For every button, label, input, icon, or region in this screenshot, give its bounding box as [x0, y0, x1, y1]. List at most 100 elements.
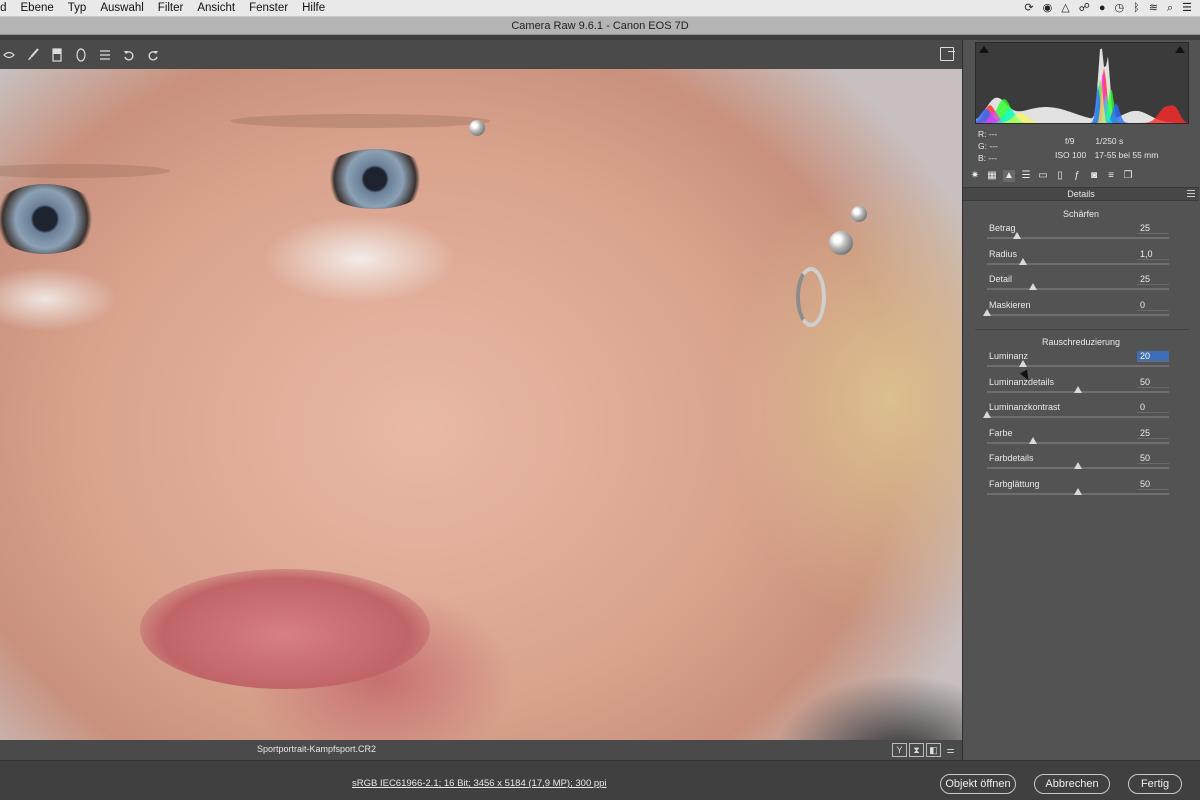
panel-menu-icon[interactable] — [1187, 190, 1195, 197]
slider-farbe: Farbe 25 — [985, 428, 1169, 452]
filename-label: Sportportrait-Kampfsport.CR2 — [257, 744, 377, 754]
slider-detail: Detail 25 — [985, 274, 1169, 298]
slider-value-field[interactable]: 50 — [1137, 453, 1169, 464]
shutter-value: 1/250 s — [1095, 136, 1124, 146]
basic-icon[interactable]: ✷ — [969, 170, 981, 182]
effects-icon[interactable]: ƒ — [1071, 170, 1083, 182]
eye-right — [320, 149, 430, 209]
slider-track[interactable] — [987, 416, 1169, 418]
presets-icon[interactable]: ≡ — [1105, 170, 1117, 182]
snapshots-icon[interactable]: ❐ — [1122, 170, 1134, 182]
eyebrow-right — [230, 114, 490, 128]
menu-bild[interactable]: ild — [0, 0, 14, 17]
image-preview[interactable] — [0, 69, 962, 740]
slider-thumb[interactable] — [1074, 462, 1082, 469]
copy-settings-button[interactable]: ◧ — [926, 743, 941, 757]
rotate-left-icon[interactable] — [122, 47, 136, 63]
search-icon[interactable]: ⌕ — [1167, 0, 1173, 17]
r-value: --- — [988, 129, 998, 139]
wifi-icon[interactable]: ≋ — [1149, 0, 1158, 17]
slider-track[interactable] — [987, 365, 1169, 367]
slider-thumb[interactable] — [1074, 487, 1082, 495]
slider-thumb[interactable] — [1013, 232, 1022, 239]
slider-label: Farbe — [989, 427, 1013, 438]
slider-value-field[interactable]: 1,0 — [1137, 249, 1169, 260]
preferences-list-icon[interactable] — [98, 47, 112, 63]
slider-value-field[interactable]: 25 — [1137, 223, 1169, 234]
split-toning-icon[interactable]: ▭ — [1037, 170, 1049, 182]
slider-track[interactable] — [987, 288, 1169, 290]
list-icon[interactable]: ☰ — [1182, 0, 1192, 17]
slider-value-field[interactable]: 0 — [1137, 402, 1169, 413]
slider-value-field[interactable]: 50 — [1137, 479, 1169, 490]
camera-calibration-icon[interactable]: ◙ — [1088, 170, 1100, 182]
window-title: Camera Raw 9.6.1 - Canon EOS 7D — [0, 17, 1200, 35]
app-icon[interactable]: ☍ — [1079, 0, 1090, 17]
g-value: --- — [989, 141, 998, 151]
hsl-icon[interactable]: ☰ — [1020, 170, 1032, 182]
b-value: --- — [988, 153, 997, 163]
menu-typ[interactable]: Typ — [61, 0, 94, 17]
view-mode-buttons: Y ⧗ ◧ ⚌ — [892, 743, 958, 757]
sharpening-heading: Schärfen — [1062, 209, 1100, 219]
radial-filter-icon[interactable] — [74, 47, 88, 63]
detail-icon[interactable]: ▲ — [1003, 170, 1015, 182]
slider-thumb[interactable] — [983, 411, 991, 418]
eye-tool-icon[interactable] — [2, 47, 16, 63]
slider-value-field[interactable]: 50 — [1137, 377, 1169, 388]
fullscreen-toggle-icon[interactable] — [940, 47, 955, 61]
menu-fenster[interactable]: Fenster — [242, 0, 295, 17]
bluetooth-icon[interactable]: ᛒ — [1133, 0, 1140, 17]
menu-filter[interactable]: Filter — [151, 0, 191, 17]
filename-bar: Sportportrait-Kampfsport.CR2 Y ⧗ ◧ ⚌ — [0, 740, 962, 760]
slider-betrag: Betrag 25 — [985, 223, 1169, 247]
slider-thumb[interactable] — [1074, 385, 1082, 393]
time-machine-icon[interactable]: ◷ — [1115, 0, 1125, 17]
menu-ansicht[interactable]: Ansicht — [190, 0, 242, 17]
slider-thumb[interactable] — [1019, 257, 1028, 265]
tone-curve-icon[interactable]: ▦ — [986, 170, 998, 182]
creative-cloud-icon[interactable]: ◉ — [1043, 0, 1053, 17]
r-label: R: — [978, 129, 987, 139]
open-object-button[interactable]: Objekt öffnen — [940, 774, 1016, 794]
slider-thumb[interactable] — [1019, 360, 1028, 367]
adjustment-panel: R: --- G: --- B: --- f/9 1/250 s ISO 100… — [962, 40, 1200, 760]
workflow-options-link[interactable]: sRGB IEC61966-2.1; 16 Bit; 3456 x 5184 (… — [352, 778, 607, 789]
sync-icon[interactable]: ⟳ — [1024, 0, 1033, 17]
lens-icon[interactable]: ▯ — [1054, 170, 1066, 182]
preview-preferences-button[interactable]: ⚌ — [943, 743, 958, 757]
panel-tabs: ✷ ▦ ▲ ☰ ▭ ▯ ƒ ◙ ≡ ❐ — [965, 170, 1199, 186]
menu-hilfe[interactable]: Hilfe — [295, 0, 332, 17]
done-button[interactable]: Fertig — [1128, 774, 1182, 794]
slider-track[interactable] — [987, 313, 1169, 316]
brush-icon[interactable] — [26, 47, 40, 63]
slider-label: Betrag — [989, 223, 1016, 233]
bottom-bar: sRGB IEC61966-2.1; 16 Bit; 3456 x 5184 (… — [0, 760, 1200, 800]
slider-value-field[interactable]: 20 — [1137, 351, 1169, 362]
menu-auswahl[interactable]: Auswahl — [93, 0, 150, 17]
rotate-right-icon[interactable] — [146, 47, 160, 63]
drive-icon[interactable]: △ — [1061, 0, 1069, 17]
graduated-filter-icon[interactable] — [50, 47, 64, 63]
slider-luminanzdetails: Luminanzdetails 50 — [985, 377, 1169, 401]
before-after-toggle-button[interactable]: Y — [892, 743, 907, 757]
slider-track[interactable] — [987, 262, 1169, 265]
noise-heading: Rauschreduzierung — [1041, 337, 1121, 347]
highlight-clipping-icon[interactable] — [1175, 46, 1185, 53]
menu-ebene[interactable]: Ebene — [14, 0, 61, 17]
slider-value-field[interactable]: 25 — [1137, 428, 1169, 439]
swap-settings-button[interactable]: ⧗ — [909, 743, 924, 757]
slider-thumb[interactable] — [1028, 283, 1037, 290]
slider-thumb[interactable] — [983, 308, 991, 316]
slider-label: Farbdetails — [989, 453, 1034, 463]
slider-thumb[interactable] — [1028, 436, 1037, 444]
slider-value-field[interactable]: 0 — [1137, 300, 1169, 311]
panel-title-label: Details — [1067, 189, 1095, 199]
record-icon[interactable]: ● — [1099, 0, 1106, 17]
cancel-button[interactable]: Abbrechen — [1034, 774, 1110, 794]
shadow-clipping-icon[interactable] — [979, 46, 989, 53]
slider-farbgl-ttung: Farbglättung 50 — [985, 479, 1169, 503]
slider-value-field[interactable]: 25 — [1137, 274, 1169, 285]
slider-track[interactable] — [987, 441, 1169, 444]
slider-label: Maskieren — [989, 299, 1031, 310]
